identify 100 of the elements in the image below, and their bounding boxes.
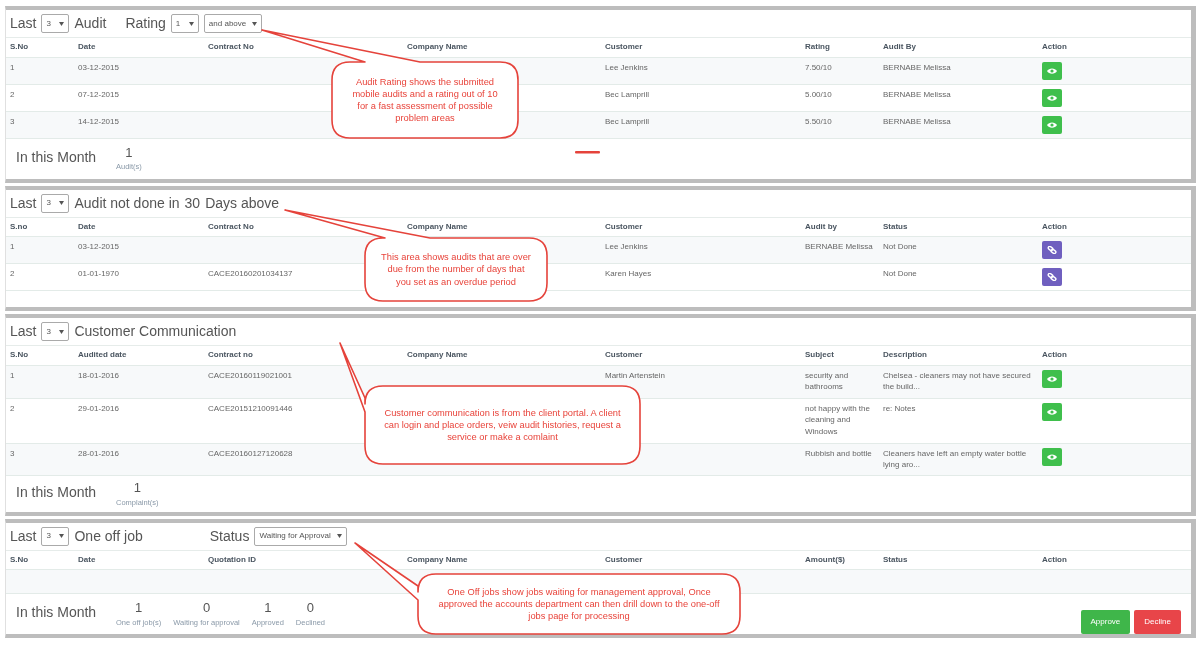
table-cell: re: Notes	[883, 403, 916, 413]
dropdown[interactable]: 3	[41, 526, 70, 546]
caret-icon	[252, 21, 258, 26]
table-cell: BERNABE Melissa	[805, 242, 873, 251]
dropdown[interactable]: 3	[41, 14, 70, 33]
column-header: Action	[1038, 217, 1191, 237]
table-cell: CACE20151210091446	[208, 403, 293, 413]
table-cell: BERNABE Melissa	[883, 116, 951, 126]
column-header: Description	[879, 346, 1038, 365]
column-header: Date	[74, 550, 204, 570]
table-cell: CACE20160201034137	[208, 269, 293, 278]
column-header: Customer	[601, 346, 801, 365]
decline-button[interactable]: Decline	[1134, 610, 1181, 635]
column-header: Status	[879, 550, 1038, 570]
view-button[interactable]	[1042, 88, 1062, 107]
table-cell: Lee Jenkins	[605, 62, 648, 72]
header-text: Customer Communication	[74, 322, 237, 341]
table-cell: 1	[10, 242, 15, 251]
column-header: Amount($)	[801, 550, 879, 570]
link-button[interactable]	[1042, 241, 1062, 259]
stat-value: 0	[202, 600, 211, 618]
column-header: Rating	[801, 38, 879, 57]
table-cell: Not Done	[883, 242, 917, 251]
table-cell: CACE20160127120628	[208, 448, 293, 458]
link-icon	[1047, 246, 1057, 254]
table-cell: 03-12-2015	[78, 242, 119, 251]
table-cell: 18-01-2016	[78, 370, 119, 380]
header-text: Audit	[74, 14, 107, 33]
filter-label: Status	[209, 526, 250, 546]
dropdown[interactable]: 1	[170, 14, 199, 33]
eye-icon	[1047, 120, 1057, 129]
eye-icon	[1047, 374, 1057, 383]
dropdown[interactable]: 3	[41, 193, 70, 213]
header-text: Last	[10, 322, 37, 341]
column-header: Customer	[601, 550, 801, 570]
table-cell: 1	[10, 62, 15, 72]
dash-mark	[575, 151, 600, 154]
table-cell: 2	[10, 403, 15, 413]
table-cell: 28-01-2016	[78, 448, 119, 458]
table-cell: 14-12-2015	[78, 116, 119, 126]
stat-value: 1	[133, 479, 141, 497]
column-header: Company Name	[403, 38, 601, 57]
table-cell: 3	[10, 448, 15, 458]
table-cell: Chelsea - cleaners may not have secured the build...	[883, 370, 1031, 392]
view-button[interactable]	[1042, 61, 1062, 80]
callout-text: One Off jobs show jobs waiting for management approval, Once approved the accounts department can then drill down to the one-off jobs page for processing	[437, 585, 721, 624]
eye-icon	[1047, 452, 1057, 461]
header-text: Last	[10, 193, 37, 213]
column-header: Date	[74, 38, 204, 57]
view-button[interactable]	[1042, 402, 1062, 421]
column-header: Subject	[801, 346, 879, 365]
table-cell: 03-12-2015	[78, 62, 119, 72]
summary-label: In this Month	[16, 603, 98, 623]
column-header: Audit By	[879, 38, 1038, 57]
eye-icon	[1047, 66, 1057, 75]
table-cell: Bec Lamprill	[605, 116, 649, 126]
view-button[interactable]	[1042, 447, 1062, 466]
table-cell: 1	[10, 370, 15, 380]
table-cell: 2	[10, 89, 15, 99]
stat-value: 1	[264, 600, 272, 618]
column-header: S.No	[6, 346, 74, 365]
table-cell: Rubbish and bottle	[805, 448, 872, 458]
table-cell: Cleaners have left an empty water bottle lying aro...	[883, 448, 1027, 470]
table-cell: 7.50/10	[805, 62, 832, 72]
view-button[interactable]	[1042, 369, 1062, 388]
table-cell: Martin Artenstein	[605, 370, 666, 380]
stat-value: 1	[125, 144, 133, 162]
caret-icon	[59, 534, 65, 539]
callout-text: This area shows audits that are over due from the number of days that you set as an overdue period	[380, 251, 532, 289]
table-cell: 5.00/10	[805, 89, 832, 99]
table-cell: 2	[10, 269, 15, 278]
table-cell: security and bathrooms	[805, 370, 849, 392]
caret-icon	[59, 21, 65, 26]
dropdown[interactable]: and above	[203, 14, 263, 33]
table-cell: 3	[10, 116, 15, 126]
column-header: Company Name	[403, 550, 601, 570]
table-cell: 01-01-1970	[78, 269, 119, 278]
table-cell: BERNABE Melissa	[883, 62, 951, 72]
table-cell: Not Done	[883, 269, 917, 278]
column-header: S.No	[6, 550, 74, 570]
caret-icon	[336, 534, 342, 539]
eye-icon	[1047, 93, 1057, 102]
dropdown[interactable]: Waiting for Approval	[254, 526, 347, 546]
caret-icon	[59, 201, 65, 205]
stat-value: 0	[306, 600, 315, 618]
column-header: Company Name	[403, 346, 601, 365]
header-text: Days above	[205, 193, 280, 213]
view-button[interactable]	[1042, 115, 1062, 134]
eye-icon	[1047, 407, 1057, 416]
link-button[interactable]	[1042, 268, 1062, 286]
dropdown[interactable]: 3	[41, 322, 70, 341]
table-cell: 07-12-2015	[78, 89, 119, 99]
column-header: Status	[879, 217, 1038, 237]
table-cell: BERNABE Melissa	[883, 89, 951, 99]
header-text: One off job	[74, 526, 143, 546]
table-cell: 5.50/10	[805, 116, 832, 126]
column-header: S.No	[6, 38, 74, 57]
column-header: Audited date	[74, 346, 204, 365]
callout-text: Customer communication is from the client portal. A client can login and place orders, veiw audit histories, request a service or make a comlaint	[383, 406, 622, 445]
header-text: Last	[10, 526, 37, 546]
